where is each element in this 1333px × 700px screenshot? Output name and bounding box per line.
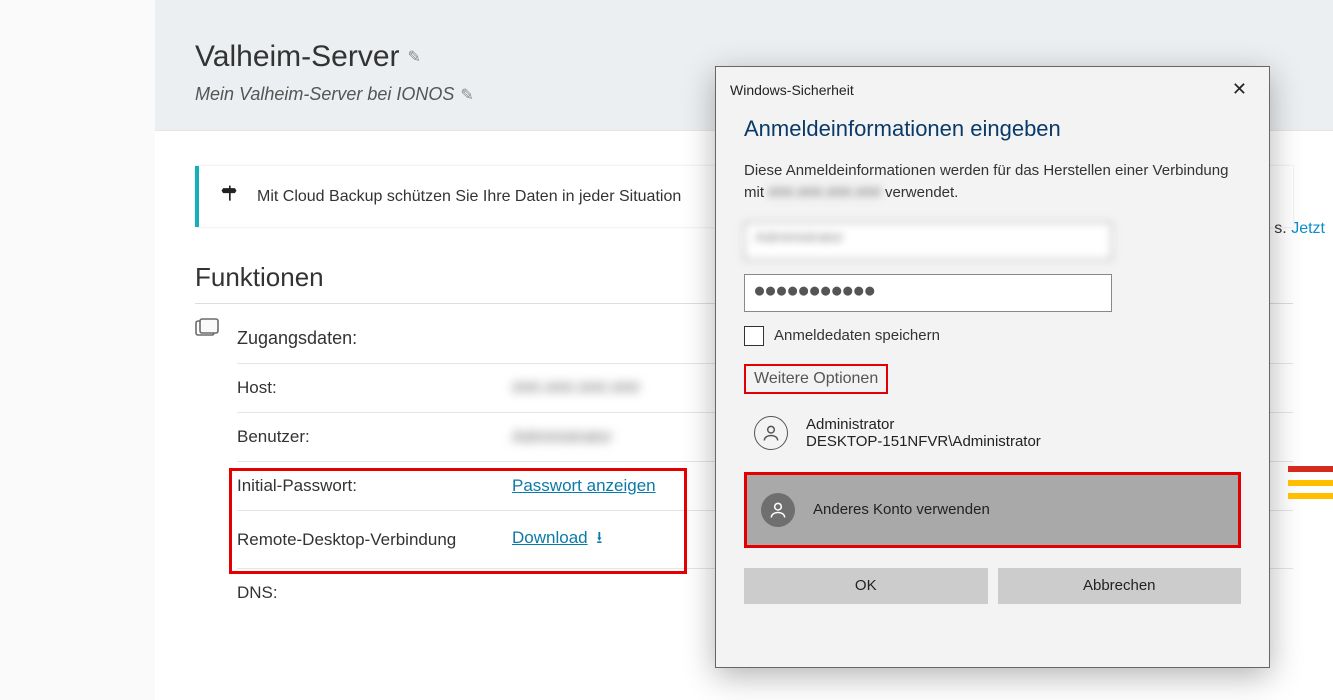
password-input[interactable]: ●●●●●●●●●●● — [744, 274, 1112, 312]
credentials-icon — [195, 318, 219, 345]
user-icon — [754, 416, 788, 450]
account2-label: Anderes Konto verwenden — [813, 501, 990, 518]
windows-security-dialog: Windows-Sicherheit ✕ Anmeldeinformatione… — [715, 66, 1270, 668]
page-title: Valheim-Server — [195, 40, 400, 74]
download-icon[interactable]: ⭳ — [596, 528, 602, 547]
dialog-titlebar: Windows-Sicherheit ✕ — [716, 67, 1269, 112]
account-option-other[interactable]: Anderes Konto verwenden — [744, 472, 1241, 548]
host-value: ###.###.###.### — [512, 378, 640, 398]
highlight-box-more-options: Weitere Optionen — [744, 364, 888, 394]
show-password-link[interactable]: Passwort anzeigen — [512, 476, 656, 496]
account1-name: Administrator — [806, 416, 1041, 433]
user-value: Administrator — [512, 427, 612, 447]
host-key: Host: — [237, 378, 512, 398]
alert-link-jetzt[interactable]: Jetzt — [1291, 220, 1325, 237]
account1-path: DESKTOP-151NFVR\Administrator — [806, 433, 1041, 450]
dns-key: DNS: — [237, 583, 512, 603]
dialog-window-title: Windows-Sicherheit — [730, 82, 854, 98]
page-subtitle: Mein Valheim-Server bei IONOS — [195, 84, 454, 105]
decorative-bar — [1288, 493, 1333, 499]
password-key: Initial-Passwort: — [237, 476, 512, 496]
left-gutter — [0, 0, 155, 700]
decorative-bar — [1288, 466, 1333, 472]
user-icon — [761, 493, 795, 527]
decorative-bar — [1288, 480, 1333, 486]
download-link[interactable]: Download — [512, 528, 588, 547]
remember-row[interactable]: Anmeldedaten speichern — [744, 326, 1241, 346]
checkbox-icon[interactable] — [744, 326, 764, 346]
signpost-icon — [219, 184, 239, 209]
close-icon[interactable]: ✕ — [1224, 75, 1255, 104]
rdp-key: Remote-Desktop-Verbindung — [237, 530, 512, 550]
dialog-heading: Anmeldeinformationen eingeben — [744, 116, 1241, 142]
remember-label: Anmeldedaten speichern — [774, 327, 940, 344]
more-options-link[interactable]: Weitere Optionen — [754, 370, 878, 388]
account-option-admin[interactable]: Administrator DESKTOP-151NFVR\Administra… — [744, 406, 1241, 460]
username-input[interactable]: Administrator — [744, 222, 1112, 260]
dialog-description: Diese Anmeldeinformationen werden für da… — [744, 160, 1241, 204]
ok-button[interactable]: OK — [744, 568, 988, 604]
user-key: Benutzer: — [237, 427, 512, 447]
pencil-icon[interactable]: ✎ — [460, 85, 473, 105]
alert-suffix: s. — [1274, 220, 1286, 237]
cancel-button[interactable]: Abbrechen — [998, 568, 1242, 604]
pencil-icon[interactable]: ✎ — [408, 47, 421, 67]
alert-text: Mit Cloud Backup schützen Sie Ihre Daten… — [257, 188, 681, 206]
